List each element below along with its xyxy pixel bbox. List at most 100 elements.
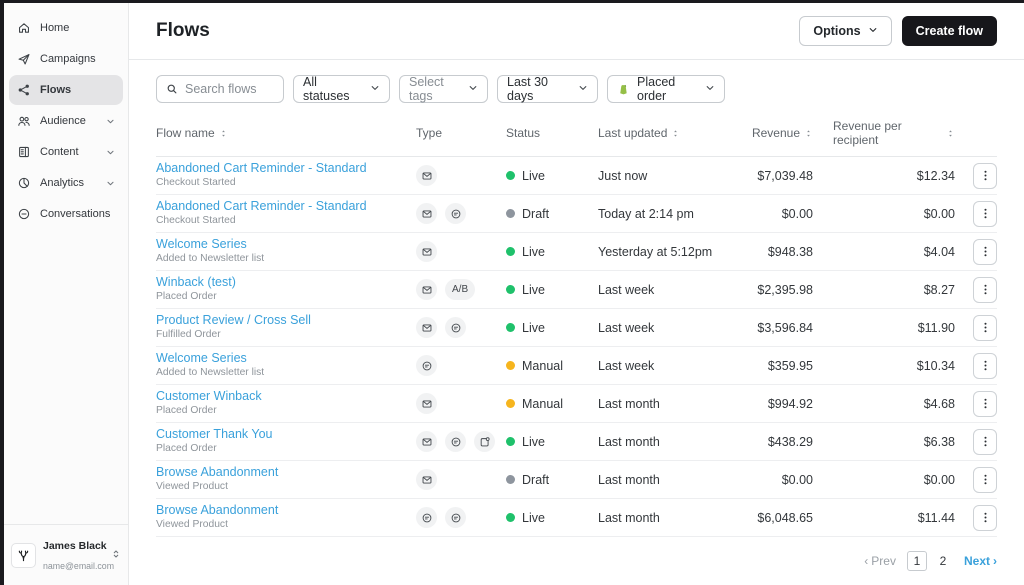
row-actions-button[interactable] (973, 238, 997, 265)
sidebar-item-home[interactable]: Home (9, 13, 123, 43)
sidebar-item-audience[interactable]: Audience (9, 106, 123, 136)
flow-name-link[interactable]: Browse Abandonment (156, 465, 278, 480)
sidebar-item-content[interactable]: Content (9, 137, 123, 167)
date-range-dropdown[interactable]: Last 30 days (497, 75, 598, 103)
row-actions-button[interactable] (973, 428, 997, 455)
status-cell: Draft (506, 473, 598, 487)
flow-type-cell (416, 317, 506, 338)
user-meta: James Black name@email.com (43, 535, 114, 575)
flow-name-cell: Browse Abandonment Viewed Product (156, 503, 416, 531)
column-label: Flow name (156, 126, 215, 140)
tags-filter-placeholder: Select tags (409, 75, 444, 103)
last-updated: Yesterday at 5:12pm (598, 244, 713, 259)
row-actions-button[interactable] (973, 352, 997, 379)
sms-icon (416, 355, 437, 376)
revenue-per-recipient: $11.44 (917, 510, 955, 525)
row-actions-button[interactable] (973, 314, 997, 341)
row-actions-button[interactable] (973, 200, 997, 227)
flow-name-link[interactable]: Customer Winback (156, 389, 262, 404)
flow-name-link[interactable]: Customer Thank You (156, 427, 273, 442)
column-header-revenue-per-recipient[interactable]: Revenue per recipient (833, 119, 955, 147)
email-icon (416, 317, 437, 338)
flow-name-link[interactable]: Winback (test) (156, 275, 236, 290)
page-numbers: 1 2 (906, 551, 953, 571)
flow-name-cell: Welcome Series Added to Newsletter list (156, 237, 416, 265)
row-actions-button[interactable] (973, 504, 997, 531)
flow-name-link[interactable]: Abandoned Cart Reminder - Standard (156, 161, 367, 176)
sidebar-item-label: Audience (40, 115, 86, 127)
column-header-last-updated[interactable]: Last updated (598, 126, 738, 140)
row-actions-button[interactable] (973, 276, 997, 303)
next-page-label: Next (963, 554, 990, 568)
options-button[interactable]: Options (799, 16, 892, 46)
page-number-1[interactable]: 1 (906, 551, 927, 571)
column-header-flow-name[interactable]: Flow name (156, 126, 416, 140)
column-header-revenue[interactable]: Revenue (738, 126, 833, 140)
analytics-icon (17, 176, 31, 190)
chevron-down-icon (578, 82, 588, 96)
ab-test-badge: A/B (445, 279, 476, 300)
revenue: $3,596.84 (757, 320, 813, 335)
flow-type-cell (416, 355, 506, 376)
search-input[interactable] (185, 82, 274, 96)
flow-name-link[interactable]: Abandoned Cart Reminder - Standard (156, 199, 367, 214)
table-row: Winback (test) Placed Order A/B Live Las… (156, 271, 997, 309)
conversion-metric-dropdown[interactable]: Placed order (607, 75, 725, 103)
row-actions-button[interactable] (973, 466, 997, 493)
row-actions-cell (955, 238, 997, 265)
sidebar-item-campaigns[interactable]: Campaigns (9, 44, 123, 74)
flow-trigger: Checkout Started (156, 215, 236, 227)
create-flow-button-label: Create flow (915, 24, 983, 38)
sidebar-item-analytics[interactable]: Analytics (9, 168, 123, 198)
status-dot (506, 437, 515, 446)
last-updated: Last week (598, 282, 655, 297)
sidebar-item-flows[interactable]: Flows (9, 75, 123, 105)
status-label: Draft (522, 472, 550, 487)
prev-page-button[interactable]: ‹ Prev (864, 554, 896, 568)
row-actions-cell (955, 428, 997, 455)
audience-icon (17, 114, 31, 128)
page-title: Flows (156, 20, 210, 41)
sidebar-item-conversations[interactable]: Conversations (9, 199, 123, 229)
page-number-2[interactable]: 2 (933, 551, 953, 571)
options-button-label: Options (813, 24, 861, 38)
table-row: Customer Winback Placed Order Manual Las… (156, 385, 997, 423)
row-actions-cell (955, 200, 997, 227)
filter-bar: All statuses Select tags Last 30 days (156, 75, 997, 103)
sidebar: Home Campaigns Flows Audience Content An… (4, 3, 129, 585)
flow-name-cell: Customer Winback Placed Order (156, 389, 416, 417)
tags-filter-dropdown[interactable]: Select tags (399, 75, 488, 103)
flow-name-cell: Browse Abandonment Viewed Product (156, 465, 416, 493)
revenue-per-recipient: $4.68 (923, 396, 955, 411)
flow-type-cell (416, 431, 506, 452)
column-header-type: Type (416, 126, 506, 140)
flow-name-link[interactable]: Product Review / Cross Sell (156, 313, 311, 328)
flow-name-link[interactable]: Browse Abandonment (156, 503, 278, 518)
flow-name-link[interactable]: Welcome Series (156, 237, 247, 252)
chevron-down-icon (705, 82, 715, 96)
sidebar-nav: Home Campaigns Flows Audience Content An… (4, 3, 128, 239)
flow-type-cell (416, 203, 506, 224)
revenue: $0.00 (781, 206, 813, 221)
row-actions-cell (955, 162, 997, 189)
table-header-row: Flow name Type Status Last updated Reven… (156, 119, 997, 157)
last-updated: Today at 2:14 pm (598, 206, 694, 221)
chevron-down-icon (370, 82, 380, 96)
status-label: Manual (522, 396, 563, 411)
status-filter-dropdown[interactable]: All statuses (293, 75, 390, 103)
home-icon (17, 21, 31, 35)
account-switcher[interactable]: James Black name@email.com (4, 524, 128, 585)
chevron-down-icon (468, 82, 478, 96)
table-row: Welcome Series Added to Newsletter list … (156, 233, 997, 271)
row-actions-button[interactable] (973, 162, 997, 189)
prev-page-label: Prev (871, 554, 896, 568)
next-page-button[interactable]: Next › (964, 554, 997, 568)
flow-name-link[interactable]: Welcome Series (156, 351, 247, 366)
chevron-left-icon: ‹ (864, 554, 869, 568)
email-icon (416, 279, 437, 300)
row-actions-button[interactable] (973, 390, 997, 417)
column-label: Revenue (751, 126, 800, 140)
content: All statuses Select tags Last 30 days (129, 60, 1024, 585)
status-cell: Manual (506, 397, 598, 411)
create-flow-button[interactable]: Create flow (901, 16, 997, 46)
